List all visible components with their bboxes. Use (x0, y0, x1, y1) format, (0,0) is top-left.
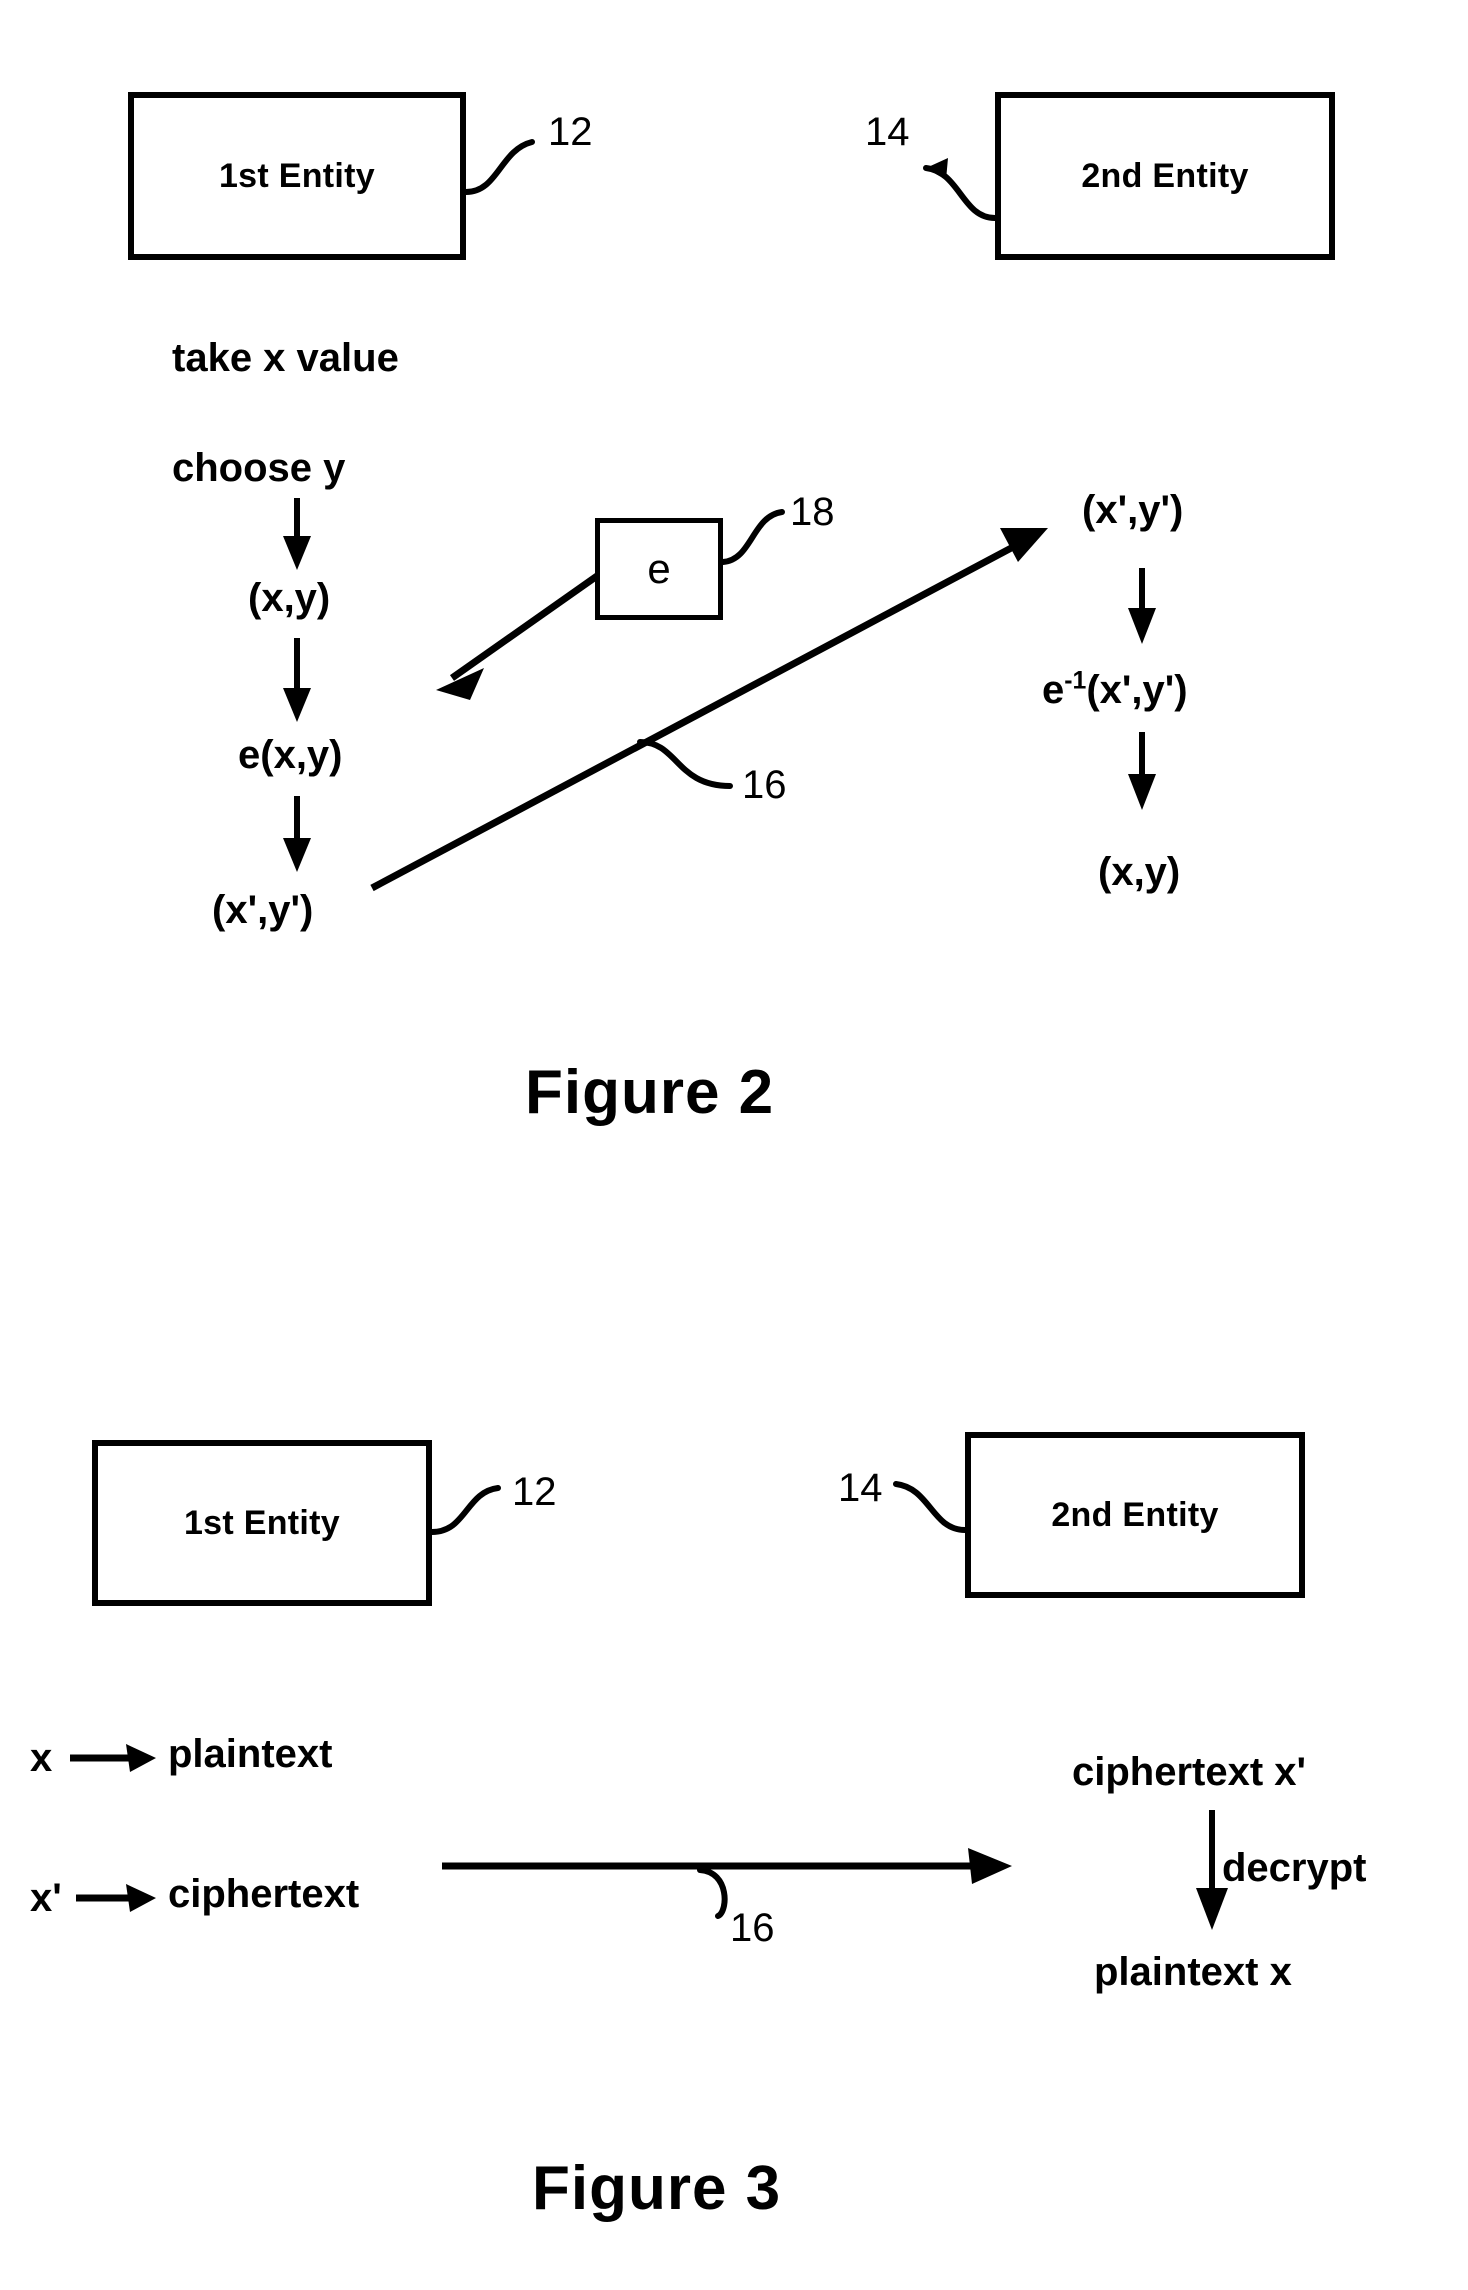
figure2-transmission-arrow-head (1000, 528, 1048, 562)
figure2-numeral-16: 16 (742, 763, 787, 807)
figure2-step-encrypt-xy: e(x,y) (238, 733, 343, 777)
figure3-mapping-x-symbol: x (30, 1736, 53, 1780)
figure2-recv-xprime-yprime: (x',y') (1082, 488, 1184, 532)
patent-drawing-sheet: 1st Entity 12 2nd Entity 14 take x value… (0, 0, 1468, 2290)
figure3-mapping-x-meaning: plaintext (168, 1732, 333, 1776)
figure2-step-xy-pair: (x,y) (248, 576, 331, 620)
figure3-second-entity-box: 2nd Entity (965, 1432, 1305, 1598)
figure3-second-entity-label: 2nd Entity (1051, 1495, 1219, 1534)
figure3-transmission-arrow-head (968, 1848, 1012, 1884)
figure2-recv-inverse-function: e-1(x',y') (1042, 667, 1188, 712)
figure3-mapping-xprime-symbol: x' (30, 1876, 62, 1920)
figure3-numeral-12: 12 (512, 1470, 557, 1514)
figure2-step-xprime-yprime: (x',y') (212, 888, 314, 932)
figure3-decrypt-arrow-head (1196, 1888, 1228, 1930)
figure2-step-take-x-value: take x value (172, 336, 399, 380)
figure2-inverse-base: e (1042, 668, 1065, 712)
figure3-ciphertext-input: ciphertext x' (1072, 1750, 1307, 1794)
figure2-arrow-choosey-to-xy-head (283, 536, 311, 570)
figure2-arrow-encrypt-apply (449, 573, 600, 681)
figure2-leader-14-arrowhead (926, 158, 948, 180)
figure2-arrow-recv-to-inverse-head (1128, 608, 1156, 644)
figure3-leader-14 (893, 1481, 968, 1533)
figure3-caption: Figure 3 (532, 2154, 782, 2223)
figure2-inverse-exponent: -1 (1064, 667, 1087, 695)
figure3-leader-16 (697, 1867, 728, 1919)
figure3-first-entity-box: 1st Entity (92, 1440, 432, 1606)
figure2-numeral-12: 12 (548, 110, 593, 154)
figure2-inverse-args: (x',y') (1086, 668, 1188, 712)
figure2-first-entity-box: 1st Entity (128, 92, 466, 260)
figure2-numeral-14: 14 (865, 110, 910, 154)
figure2-leader-18 (720, 509, 785, 565)
figure2-step-choose-y: choose y (172, 446, 346, 490)
figure2-arrow-encrypt-apply-head (436, 668, 484, 700)
figure2-leader-16 (637, 739, 733, 789)
figure2-encryption-function-box: e (595, 518, 723, 620)
figure2-recv-xy-pair: (x,y) (1098, 850, 1181, 894)
figure2-arrow-exy-to-xpyp-head (283, 838, 311, 872)
figure3-plaintext-output: plaintext x (1094, 1950, 1292, 1994)
figure2-arrow-inverse-to-xy-head (1128, 774, 1156, 810)
figure2-encryption-function-label: e (647, 545, 671, 592)
figure3-numeral-14: 14 (838, 1466, 883, 1510)
figure2-first-entity-label: 1st Entity (218, 156, 376, 195)
figure3-mapping-arrow-x-head (126, 1744, 156, 1772)
figure2-leader-14 (923, 165, 998, 221)
figure3-numeral-16: 16 (730, 1906, 775, 1950)
figure2-second-entity-box: 2nd Entity (995, 92, 1335, 260)
figure2-leader-12 (463, 139, 535, 195)
figure2-caption: Figure 2 (525, 1058, 775, 1127)
figure2-numeral-18: 18 (790, 490, 835, 534)
figure2-second-entity-label: 2nd Entity (1081, 156, 1249, 195)
figure3-first-entity-label: 1st Entity (183, 1503, 341, 1542)
figure3-decrypt-label: decrypt (1222, 1846, 1367, 1890)
figure3-mapping-xprime-meaning: ciphertext (168, 1872, 360, 1916)
figure2-arrow-xy-to-exy-head (283, 688, 311, 722)
figure3-mapping-arrow-xprime-head (126, 1884, 156, 1912)
figure3-leader-12 (429, 1485, 501, 1535)
